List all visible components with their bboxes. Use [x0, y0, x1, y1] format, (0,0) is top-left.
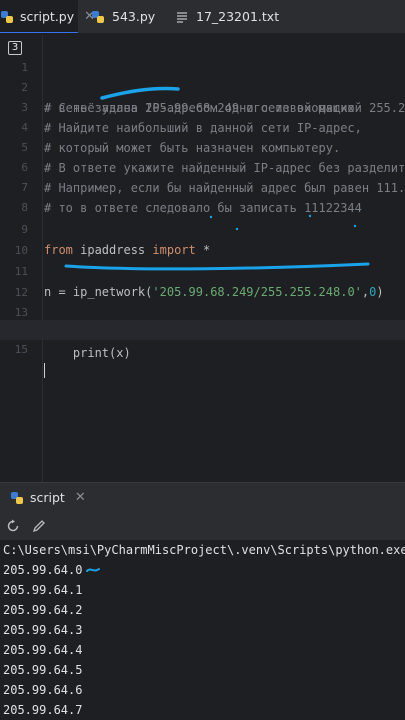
tab-17-23201-txt[interactable]: 17_23201.txt	[170, 0, 289, 33]
console-output-line: 205.99.64.2	[3, 603, 83, 617]
code-line-current[interactable]: 15	[0, 320, 405, 378]
code-line[interactable]: 8	[0, 178, 405, 214]
code-line[interactable]: 7 # то в ответе следовало бы записать 11…	[0, 158, 405, 215]
python-icon	[10, 491, 24, 505]
code-line-network[interactable]: 11 n = ip_network('205.99.68.249/255.255…	[0, 242, 405, 299]
code-line[interactable]: 10	[0, 221, 405, 257]
code-line[interactable]: 6 # Например, если бы найденный адрес бы…	[0, 138, 405, 195]
tab-label: script.py	[20, 9, 75, 24]
run-console-output[interactable]: C:\Users\msi\PyCharmMiscProject\.venv\Sc…	[0, 540, 405, 720]
python-icon	[90, 9, 106, 25]
run-tool-window-header: script ✕	[0, 482, 405, 512]
run-config-title[interactable]: script	[30, 490, 65, 505]
console-output-line: 205.99.64.6	[3, 683, 83, 697]
console-output-line: 205.99.64.1	[3, 583, 83, 597]
text-caret	[44, 360, 45, 380]
rerun-icon[interactable]	[2, 515, 24, 537]
code-line[interactable]: 12	[0, 263, 405, 299]
tab-label: 543.py	[112, 9, 156, 24]
console-output-line: 205.99.64.5	[3, 663, 83, 677]
code-line[interactable]: 4 # который может быть назначен компьюте…	[0, 98, 405, 155]
marker-annotation	[86, 568, 100, 572]
close-icon[interactable]: ✕	[75, 490, 86, 505]
edit-icon[interactable]	[28, 515, 50, 537]
code-editor[interactable]: 1 3 # Сеть задана IP-адресом одного из в…	[0, 35, 405, 482]
print-call: print(x)	[44, 346, 131, 360]
code-line[interactable]: 2 # в неё узлов 205.99.68.249 и сетевой …	[0, 58, 405, 115]
warning-badge[interactable]: 3	[8, 41, 22, 55]
text-file-icon	[174, 9, 190, 25]
console-output-line: 205.99.64.7	[3, 703, 83, 717]
editor-tab-bar: script.py ✕ 543.py 17_23201.txt	[0, 0, 405, 34]
tab-label: 17_23201.txt	[196, 9, 280, 24]
console-command-line: C:\Users\msi\PyCharmMiscProject\.venv\Sc…	[3, 543, 405, 557]
python-icon	[0, 9, 14, 25]
line-number: 15	[14, 343, 28, 356]
tab-543-py[interactable]: 543.py	[86, 0, 168, 33]
console-output-line: 205.99.64.0	[3, 563, 83, 577]
code-line-for[interactable]: 13 for x in n:	[0, 283, 405, 340]
console-output-line: 205.99.64.3	[3, 623, 83, 637]
run-toolbar	[0, 512, 405, 540]
code-line[interactable]: 1 3 # Сеть задана IP-адресом одного из в…	[0, 38, 405, 115]
code-line[interactable]: 5 # В ответе укажите найденный IP-адрес …	[0, 118, 405, 175]
code-line-import[interactable]: 9 from ipaddress import *	[0, 200, 405, 257]
console-output-line: 205.99.64.4	[3, 643, 83, 657]
code-line[interactable]: 3 # Найдите наибольший в данной сети IP-…	[0, 78, 405, 135]
tab-script-py[interactable]: script.py ✕	[0, 0, 95, 33]
